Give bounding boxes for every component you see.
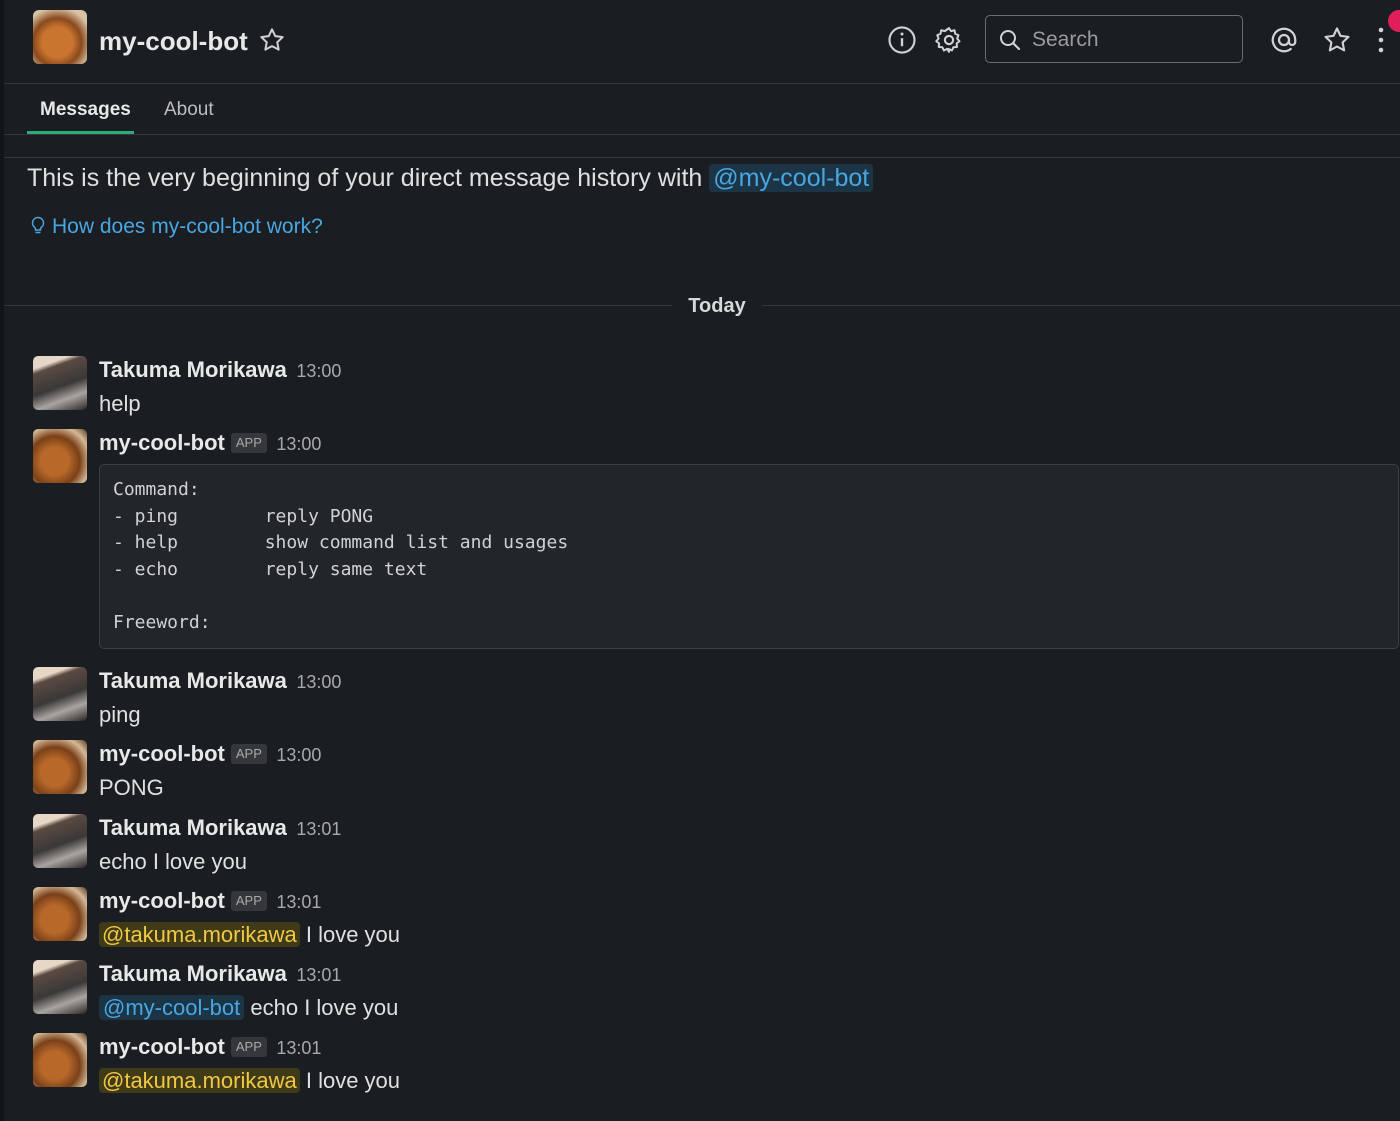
app-badge: APP <box>230 744 267 764</box>
code-line: Freeword: <box>113 612 211 633</box>
message-time[interactable]: 13:00 <box>296 672 341 692</box>
howto-link[interactable]: How does my-cool-bot work? <box>30 213 323 241</box>
message-text: echo I love you <box>244 995 399 1020</box>
lightbulb-icon <box>31 216 45 234</box>
code-block: Command: - ping reply PONG - help show c… <box>99 464 1399 649</box>
code-line: - ping reply PONG <box>113 506 374 527</box>
message-text: ping <box>99 702 141 727</box>
search-input[interactable]: Search <box>985 15 1243 63</box>
user-avatar[interactable] <box>33 667 87 721</box>
more-icon[interactable] <box>1367 25 1391 55</box>
channel-title[interactable]: my-cool-bot <box>99 24 248 58</box>
user-mention[interactable]: @takuma.morikawa <box>99 1068 300 1093</box>
day-divider-label[interactable]: Today <box>672 293 762 319</box>
message-author[interactable]: my-cool-bot <box>99 430 225 455</box>
message-text: I love you <box>299 922 401 947</box>
app-badge: APP <box>230 433 267 453</box>
search-placeholder: Search <box>1032 28 1099 51</box>
info-icon[interactable] <box>887 25 917 55</box>
search-icon <box>1000 30 1021 51</box>
message-author[interactable]: my-cool-bot <box>99 888 225 913</box>
star-icon[interactable] <box>258 26 286 54</box>
message-time[interactable]: 13:01 <box>296 819 341 839</box>
history-intro: This is the very beginning of your direc… <box>27 162 874 194</box>
channel-tabs: Messages About <box>4 84 1400 135</box>
user-avatar[interactable] <box>33 960 87 1014</box>
user-avatar[interactable] <box>33 814 87 868</box>
window-edge <box>0 0 4 1121</box>
bot-avatar[interactable] <box>33 1033 87 1087</box>
tab-about[interactable]: About <box>164 98 214 122</box>
user-avatar[interactable] <box>33 356 87 410</box>
intro-text: This is the very beginning of your direc… <box>27 164 703 192</box>
bot-avatar[interactable] <box>33 429 87 483</box>
code-line: - echo reply same text <box>113 559 428 580</box>
message-time[interactable]: 13:00 <box>276 434 321 454</box>
user-mention[interactable]: @takuma.morikawa <box>99 922 300 947</box>
message-text: I love you <box>299 1068 401 1093</box>
bot-mention[interactable]: @my-cool-bot <box>99 995 245 1020</box>
message-author[interactable]: my-cool-bot <box>99 741 225 766</box>
divider <box>4 157 1400 158</box>
message-author[interactable]: Takuma Morikawa <box>99 815 287 840</box>
bot-avatar[interactable] <box>33 887 87 941</box>
message-time[interactable]: 13:00 <box>276 745 321 765</box>
howto-label: How does my-cool-bot work? <box>52 215 323 238</box>
code-line: - help show command list and usages <box>113 532 569 553</box>
code-line: Command: <box>113 479 200 500</box>
message-author[interactable]: Takuma Morikawa <box>99 668 287 693</box>
saved-star-icon[interactable] <box>1322 25 1352 55</box>
intro-mention[interactable]: @my-cool-bot <box>709 164 874 192</box>
bot-avatar[interactable] <box>33 740 87 794</box>
app-badge: APP <box>230 1037 267 1057</box>
tab-messages[interactable]: Messages <box>28 98 143 122</box>
tab-active-indicator <box>27 131 134 134</box>
message-text: PONG <box>99 775 164 800</box>
message-text: help <box>99 391 141 416</box>
message-time[interactable]: 13:01 <box>296 965 341 985</box>
message-author[interactable]: Takuma Morikawa <box>99 357 287 382</box>
gear-icon[interactable] <box>934 25 964 55</box>
message-text: echo I love you <box>99 849 247 874</box>
mention-icon[interactable] <box>1269 25 1299 55</box>
app-badge: APP <box>230 891 267 911</box>
channel-header: my-cool-bot Search <box>4 0 1400 84</box>
message-time[interactable]: 13:01 <box>276 892 321 912</box>
message-author[interactable]: my-cool-bot <box>99 1034 225 1059</box>
message-author[interactable]: Takuma Morikawa <box>99 961 287 986</box>
message-time[interactable]: 13:00 <box>296 361 341 381</box>
message-time[interactable]: 13:01 <box>276 1038 321 1058</box>
bot-avatar[interactable] <box>33 10 87 64</box>
